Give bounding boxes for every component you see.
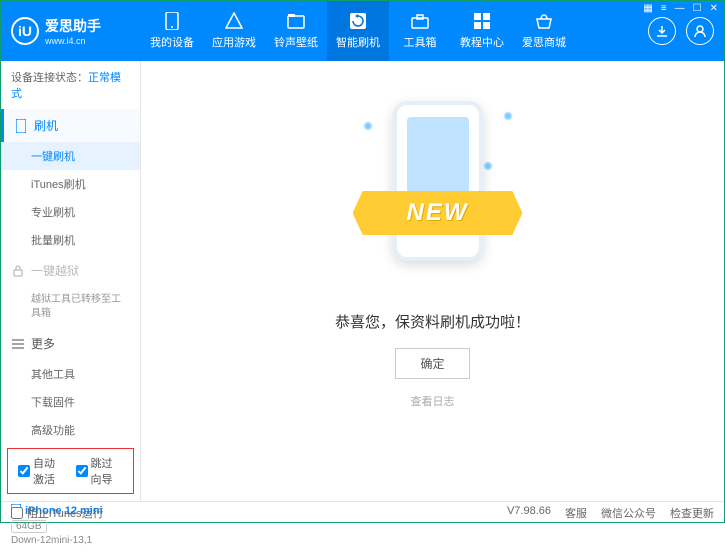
phone-icon [14,119,28,133]
update-link[interactable]: 检查更新 [670,505,714,521]
nav: 我的设备 应用游戏 铃声壁纸 智能刷机 工具箱 教程中心 爱思商城 [141,1,648,61]
refresh-icon [348,12,368,30]
sidebar-item-pro[interactable]: 专业刷机 [1,198,140,226]
nav-tutorials[interactable]: 教程中心 [451,1,513,61]
menu-icon [11,337,25,351]
lock-icon [11,264,25,278]
logo[interactable]: iU 爱思助手 www.i4.cn [11,16,141,46]
ok-button[interactable]: 确定 [395,348,469,379]
sidebar-label: 一键越狱 [31,262,79,279]
nav-label: 铃声壁纸 [274,34,318,50]
grid-icon [472,12,492,30]
nav-apps[interactable]: 应用游戏 [203,1,265,61]
app-title: 爱思助手 [45,16,101,36]
sidebar-item-advanced[interactable]: 高级功能 [1,416,140,444]
success-illustration: NEW [343,91,523,291]
sidebar-label: 更多 [31,335,55,352]
sidebar-group-more[interactable]: 更多 [1,327,140,360]
nav-flash[interactable]: 智能刷机 [327,1,389,61]
window-controls: ▦ ≡ — ☐ ✕ [643,3,718,14]
nav-store[interactable]: 爱思商城 [513,1,575,61]
view-log-link[interactable]: 查看日志 [411,393,455,409]
main-content: NEW 恭喜您，保资料刷机成功啦！ 确定 查看日志 [141,61,724,501]
nav-toolbox[interactable]: 工具箱 [389,1,451,61]
nav-ringtones[interactable]: 铃声壁纸 [265,1,327,61]
options-row: 自动激活 跳过向导 [7,448,134,494]
download-button[interactable] [648,17,676,45]
version-label: V7.98.66 [507,505,551,521]
wechat-link[interactable]: 微信公众号 [601,505,656,521]
auto-activate-checkbox[interactable]: 自动激活 [18,455,66,487]
block-itunes-checkbox[interactable]: 阻止iTunes运行 [11,505,104,521]
user-button[interactable] [686,17,714,45]
sidebar-item-oneclick[interactable]: 一键刷机 [1,142,140,170]
nav-label: 爱思商城 [522,34,566,50]
jailbreak-note: 越狱工具已转移至工具箱 [1,287,140,327]
skip-guide-checkbox[interactable]: 跳过向导 [76,455,124,487]
sidebar-group-jailbreak[interactable]: 一键越狱 [1,254,140,287]
nav-label: 应用游戏 [212,34,256,50]
sidebar-label: 刷机 [34,117,58,134]
sidebar-item-batch[interactable]: 批量刷机 [1,226,140,254]
list-icon[interactable]: ≡ [661,3,667,14]
minimize-icon[interactable]: — [675,3,685,14]
toolbox-icon [410,12,430,30]
close-icon[interactable]: ✕ [710,3,718,14]
sidebar-group-flash[interactable]: 刷机 [1,109,140,142]
sidebar-item-download[interactable]: 下载固件 [1,388,140,416]
storage-badge: 64GB [11,520,47,533]
sidebar-item-itunes[interactable]: iTunes刷机 [1,170,140,198]
store-icon [534,12,554,30]
logo-icon: iU [11,17,39,45]
connection-status: 设备连接状态：正常模式 [1,61,140,109]
apps-icon [224,12,244,30]
firmware-label: Down-12mini-13,1 [11,535,130,546]
menu-icon[interactable]: ▦ [643,3,652,14]
nav-my-device[interactable]: 我的设备 [141,1,203,61]
new-ribbon: NEW [353,191,523,235]
app-url: www.i4.cn [45,36,101,46]
nav-label: 工具箱 [404,34,437,50]
sidebar: 设备连接状态：正常模式 刷机 一键刷机 iTunes刷机 专业刷机 批量刷机 一… [1,61,141,501]
maximize-icon[interactable]: ☐ [693,3,702,14]
nav-label: 智能刷机 [336,34,380,50]
success-message: 恭喜您，保资料刷机成功啦！ [335,311,530,332]
nav-label: 教程中心 [460,34,504,50]
sidebar-item-other[interactable]: 其他工具 [1,360,140,388]
phone-icon [162,12,182,30]
header: iU 爱思助手 www.i4.cn 我的设备 应用游戏 铃声壁纸 智能刷机 工具… [1,1,724,61]
support-link[interactable]: 客服 [565,505,587,521]
folder-icon [286,12,306,30]
nav-label: 我的设备 [150,34,194,50]
